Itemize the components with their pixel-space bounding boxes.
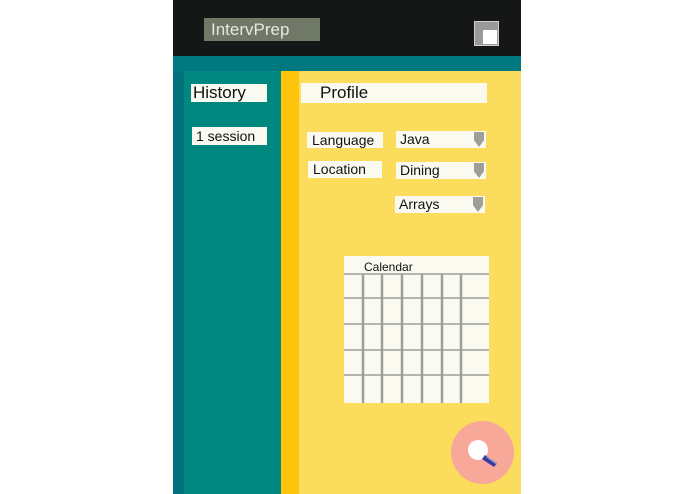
chevron-down-icon (474, 132, 484, 147)
location-dropdown-value: Dining (400, 162, 440, 178)
language-dropdown[interactable]: Java (396, 131, 486, 148)
window-restore-icon (483, 30, 497, 44)
calendar-grid[interactable] (344, 256, 489, 403)
search-fab-button[interactable] (451, 421, 514, 484)
header-strip (173, 56, 521, 71)
app-window: IntervPrep History 1 session Profile Lan… (173, 0, 521, 494)
topic-dropdown-value: Arrays (399, 196, 440, 212)
top-bar: IntervPrep (173, 0, 521, 56)
profile-title: Profile (301, 83, 487, 103)
search-icon (468, 440, 498, 467)
topic-dropdown[interactable]: Arrays (395, 196, 485, 213)
calendar-title: Calendar (364, 260, 413, 274)
location-dropdown[interactable]: Dining (396, 162, 486, 179)
panel-divider (281, 71, 299, 494)
history-session-item[interactable]: 1 session (192, 127, 267, 145)
window-restore-button[interactable] (474, 21, 499, 46)
language-dropdown-value: Java (400, 131, 430, 147)
history-title: History (191, 84, 267, 102)
language-label: Language (307, 132, 383, 148)
chevron-down-icon (473, 197, 483, 212)
calendar-widget[interactable]: Calendar (344, 256, 489, 403)
chevron-down-icon (474, 163, 484, 178)
sidebar-edge (173, 71, 184, 494)
location-label: Location (308, 161, 382, 178)
app-title: IntervPrep (204, 18, 320, 41)
